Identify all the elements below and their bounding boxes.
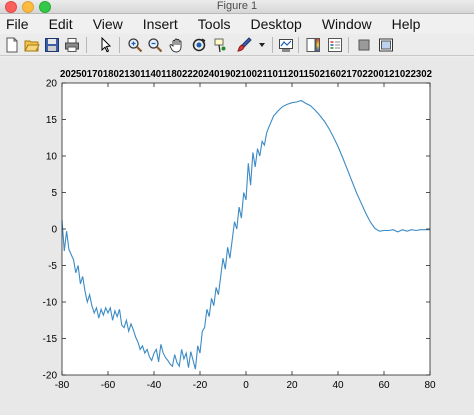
figure-canvas[interactable]: -80 -60 -40 -20 0 20 40 60 80 -20 -15 -10 -5 0 5 10 15 20… (0, 57, 474, 415)
axes-background (62, 83, 430, 375)
brush-dropdown-icon[interactable] (256, 37, 272, 53)
x-tick-label: 60 (378, 380, 390, 391)
window-titlebar: Figure 1 (0, 0, 474, 14)
y-tick-label: -20 (43, 371, 58, 382)
menu-insert[interactable]: Insert (131, 14, 186, 34)
menu-desktop[interactable]: Desktop (238, 14, 309, 34)
show-plot-tools-icon[interactable] (378, 37, 394, 53)
x-tick-label: 40 (332, 380, 344, 391)
zoom-in-icon[interactable] (127, 37, 143, 53)
x-tick-label: -40 (147, 380, 162, 391)
menu-window[interactable]: Window (310, 14, 380, 34)
x-tick-label: 20 (286, 380, 298, 391)
x-tick-label: -20 (193, 380, 208, 391)
toolbar-separator (298, 37, 299, 53)
chart-title: 2025017018021301140118022202401902100211… (60, 69, 432, 80)
y-tick-label: 0 (51, 225, 57, 236)
menu-help[interactable]: Help (380, 14, 429, 34)
menu-file[interactable]: File (6, 14, 37, 34)
new-figure-icon[interactable] (4, 37, 20, 53)
print-icon[interactable] (64, 37, 80, 53)
pan-hand-icon[interactable] (169, 37, 185, 53)
legend-icon[interactable] (327, 37, 343, 53)
save-icon[interactable] (44, 37, 60, 53)
hide-plot-tools-icon[interactable] (356, 37, 372, 53)
open-file-icon[interactable] (24, 37, 40, 53)
link-plot-icon[interactable] (278, 37, 294, 53)
rotate-3d-icon[interactable] (191, 37, 207, 53)
toolbar-separator (348, 37, 349, 53)
x-tick-label: -80 (55, 380, 70, 391)
y-tick-label: -5 (48, 261, 57, 272)
toolbar-separator (119, 37, 120, 53)
data-cursor-icon[interactable] (213, 37, 229, 53)
y-tick-label: 15 (46, 115, 58, 126)
x-tick-label: 80 (424, 380, 436, 391)
edit-plot-arrow-icon[interactable] (98, 37, 114, 53)
menu-tools[interactable]: Tools (186, 14, 239, 34)
y-tick-label: 20 (46, 79, 58, 90)
figure-toolbar (0, 34, 474, 56)
menu-view[interactable]: View (81, 14, 131, 34)
y-tick-label: 5 (51, 188, 57, 199)
brush-icon[interactable] (236, 37, 252, 53)
menu-bar: File Edit View Insert Tools Desktop Wind… (0, 14, 474, 34)
colorbar-icon[interactable] (305, 37, 321, 53)
y-tick-label: -15 (43, 334, 58, 345)
x-tick-label: -60 (101, 380, 116, 391)
toolbar-separator (272, 37, 273, 53)
y-tick-label: -10 (43, 298, 58, 309)
plot-svg: -80 -60 -40 -20 0 20 40 60 80 -20 -15 -10 -5 0 5 10 15 20… (43, 69, 436, 391)
menu-edit[interactable]: Edit (37, 14, 81, 34)
toolbar-separator (86, 37, 87, 53)
zoom-out-icon[interactable] (147, 37, 163, 53)
x-tick-label: 0 (243, 380, 249, 391)
window-title: Figure 1 (216, 0, 258, 12)
y-tick-label: 10 (46, 152, 58, 163)
